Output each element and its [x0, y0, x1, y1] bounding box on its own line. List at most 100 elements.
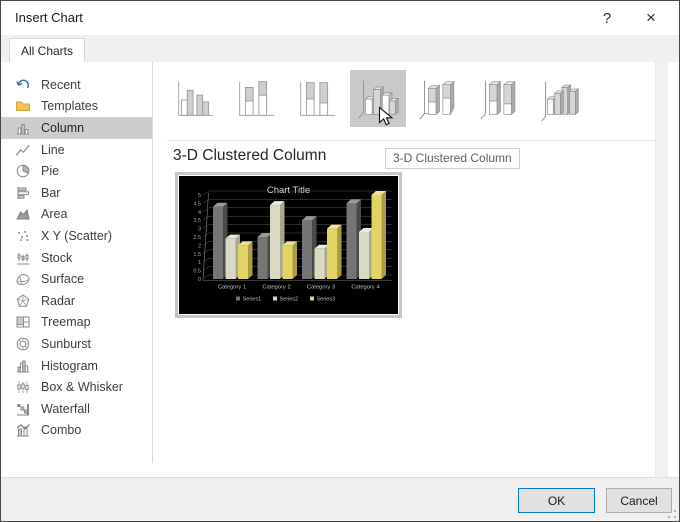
sidebar-item-pie[interactable]: Pie: [1, 160, 152, 182]
svg-text:1.5: 1.5: [193, 252, 201, 258]
sidebar-item-label: Area: [41, 207, 67, 221]
sidebar-item-label: Surface: [41, 272, 84, 286]
sidebar-item-label: Line: [41, 143, 65, 157]
recent-icon: [15, 77, 31, 93]
svg-text:Category 2: Category 2: [262, 285, 290, 291]
sidebar-item-templates[interactable]: Templates: [1, 96, 152, 118]
subtype-stacked-column[interactable]: [228, 70, 284, 127]
radar-icon: [15, 293, 31, 309]
svg-text:1: 1: [198, 260, 201, 266]
subtype-3d-column[interactable]: [533, 70, 589, 127]
close-button[interactable]: ×: [631, 3, 671, 33]
sidebar-item-label: X Y (Scatter): [41, 229, 112, 243]
svg-text:3.5: 3.5: [193, 218, 201, 224]
sidebar-item-label: Combo: [41, 423, 81, 437]
sidebar-item-line[interactable]: Line: [1, 139, 152, 161]
sidebar-item-surface[interactable]: Surface: [1, 268, 152, 290]
tab-all-charts[interactable]: All Charts: [9, 38, 85, 62]
svg-text:Category 4: Category 4: [351, 285, 380, 291]
title-bar: Insert Chart ? ×: [1, 1, 679, 35]
hundred-stacked-column-icon: [293, 74, 341, 124]
svg-text:Category 3: Category 3: [307, 285, 335, 291]
stock-icon: [15, 250, 31, 266]
box-whisker-icon: [15, 379, 31, 395]
sidebar-item-label: Column: [41, 121, 84, 135]
chart-preview-tile[interactable]: Chart Title00.511.522.533.544.55Category…: [175, 172, 402, 318]
svg-text:4.5: 4.5: [193, 201, 201, 207]
subtype-row-divider: [167, 140, 657, 141]
area-icon: [15, 206, 31, 222]
sidebar-item-label: Waterfall: [41, 402, 90, 416]
threed-stacked-column-icon: [415, 74, 463, 124]
tab-strip: All Charts: [1, 35, 679, 62]
sidebar-item-label: Stock: [41, 251, 72, 265]
help-button[interactable]: ?: [587, 3, 627, 33]
sidebar-item-recent[interactable]: Recent: [1, 74, 152, 96]
svg-text:4: 4: [198, 210, 201, 216]
svg-text:5: 5: [198, 193, 201, 199]
sidebar-item-label: Radar: [41, 294, 75, 308]
chart-preview-svg: Chart Title00.511.522.533.544.55Category…: [179, 176, 398, 314]
sidebar-item-bar[interactable]: Bar: [1, 182, 152, 204]
sidebar-item-label: Treemap: [41, 315, 91, 329]
threed-hundred-stacked-column-icon: [476, 74, 524, 124]
subtype-clustered-column[interactable]: [167, 70, 223, 127]
histogram-icon: [15, 358, 31, 374]
cancel-button[interactable]: Cancel: [606, 488, 672, 513]
subtype-3d-clustered-column[interactable]: [350, 70, 406, 127]
resize-grip[interactable]: [668, 510, 676, 518]
chart-type-sidebar: Recent Templates Column Line Pie Bar: [1, 62, 153, 463]
sidebar-item-sunburst[interactable]: Sunburst: [1, 333, 152, 355]
waterfall-icon: [15, 401, 31, 417]
combo-icon: [15, 422, 31, 438]
subtype-100-stacked-column[interactable]: [289, 70, 345, 127]
subtype-3d-100-stacked-column[interactable]: [472, 70, 528, 127]
sidebar-item-label: Histogram: [41, 359, 98, 373]
treemap-icon: [15, 314, 31, 330]
svg-text:Category 1: Category 1: [218, 285, 246, 291]
surface-icon: [15, 271, 31, 287]
sidebar-item-label: Sunburst: [41, 337, 91, 351]
tab-all-charts-label: All Charts: [21, 44, 73, 58]
svg-text:Series1: Series1: [243, 297, 262, 303]
sidebar-item-label: Pie: [41, 164, 59, 178]
scatter-icon: [15, 228, 31, 244]
clustered-column-icon: [171, 74, 219, 124]
svg-text:Chart Title: Chart Title: [267, 185, 310, 196]
sidebar-item-combo[interactable]: Combo: [1, 420, 152, 442]
line-icon: [15, 142, 31, 158]
sidebar-item-radar[interactable]: Radar: [1, 290, 152, 312]
column-icon: [15, 120, 31, 136]
sidebar-item-waterfall[interactable]: Waterfall: [1, 398, 152, 420]
sidebar-item-treemap[interactable]: Treemap: [1, 312, 152, 334]
svg-text:Series3: Series3: [317, 297, 336, 303]
stacked-column-icon: [232, 74, 280, 124]
threed-clustered-column-icon: [354, 74, 402, 124]
svg-text:Series2: Series2: [280, 297, 299, 303]
svg-text:0.5: 0.5: [193, 269, 201, 275]
sidebar-item-xy-scatter[interactable]: X Y (Scatter): [1, 225, 152, 247]
sidebar-item-label: Recent: [41, 78, 81, 92]
svg-text:3: 3: [198, 227, 201, 233]
sidebar-item-column[interactable]: Column: [1, 117, 152, 139]
templates-icon: [15, 98, 31, 114]
sidebar-item-label: Templates: [41, 99, 98, 113]
sidebar-item-box-whisker[interactable]: Box & Whisker: [1, 376, 152, 398]
dialog-title: Insert Chart: [15, 10, 83, 25]
subtype-icon-row: [167, 70, 589, 127]
sidebar-item-area[interactable]: Area: [1, 204, 152, 226]
sidebar-item-label: Bar: [41, 186, 60, 200]
sidebar-item-histogram[interactable]: Histogram: [1, 355, 152, 377]
dialog-footer: OK Cancel: [1, 477, 679, 521]
bar-icon: [15, 185, 31, 201]
insert-chart-dialog: Insert Chart ? × All Charts Recent Templ…: [0, 0, 680, 522]
sunburst-icon: [15, 336, 31, 352]
subtype-tooltip: 3-D Clustered Column: [385, 148, 520, 169]
ok-button[interactable]: OK: [518, 488, 595, 513]
sidebar-item-label: Box & Whisker: [41, 380, 123, 394]
subtype-3d-stacked-column[interactable]: [411, 70, 467, 127]
sidebar-item-stock[interactable]: Stock: [1, 247, 152, 269]
svg-text:0: 0: [198, 277, 201, 283]
vertical-scrollbar[interactable]: [655, 62, 668, 478]
threed-column-icon: [537, 74, 585, 124]
